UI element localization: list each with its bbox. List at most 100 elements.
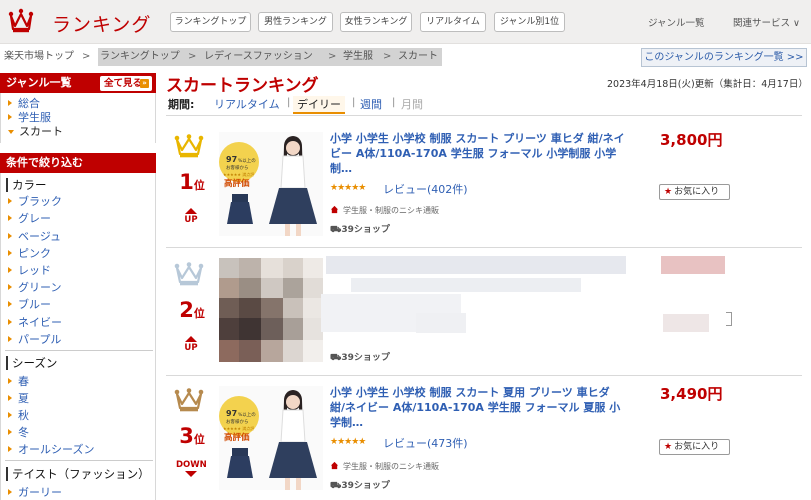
product-image[interactable]: 97 %以上の お客様から ★★★★★ 満点評 高評価 [219,132,323,236]
color-purple[interactable]: パープル [8,331,61,347]
nav-men-ranking[interactable]: 男性ランキング [258,12,333,32]
truck-icon: ⛟ [330,353,342,363]
triangle-right-icon [8,100,12,106]
shipping-label: 39ショップ [341,481,390,491]
color-black[interactable]: ブラック [8,193,62,209]
color-blue[interactable]: ブルー [8,296,51,312]
blurred-block [416,313,466,333]
genre-ranking-list-link[interactable]: このジャンルのランキング一覧 >> [641,48,807,67]
breadcrumb-separator: > [188,51,197,62]
trend-up: UP [176,208,206,225]
nav-realtime[interactable]: リアルタイム [420,12,486,32]
breadcrumb-ladies-fashion[interactable]: レディースファッション [204,48,313,66]
filter-label: ガーリー [18,486,62,499]
season-all[interactable]: オールシーズン [8,441,94,457]
ranking-item-1: 1位 UP 97 %以上の お客様から ★★★★★ 満点評 高評価 小学 小学生… [166,122,802,246]
related-services-menu[interactable]: 関連サービス ∨ [733,15,800,29]
shop-category[interactable]: 学生服・制服のニシキ通販 [330,205,439,216]
badge-text: %以上の [238,411,256,418]
section-taste-title: テイスト（ファッション） [6,467,150,481]
triangle-right-icon [8,395,12,401]
genre-label: スカート [19,125,63,138]
blurred-favorite [663,314,709,332]
filter-label: ピンク [18,247,51,260]
trend-up: UP [176,336,206,353]
rank-suffix: 位 [193,179,205,192]
section-color-title: カラー [6,178,47,192]
shipping-badge: ⛟39ショップ [330,478,390,492]
favorite-button[interactable]: ★ お気に入り [659,439,730,455]
product-image-blurred[interactable] [219,258,323,362]
season-winter[interactable]: 冬 [8,424,29,440]
product-image[interactable]: 97 %以上の お客様から ★★★★★ 満点評 高評価 [219,386,323,490]
arrow-down-icon [185,471,197,477]
nav-ranking-top[interactable]: ランキングトップ [170,12,251,32]
nav-women-ranking[interactable]: 女性ランキング [340,12,412,32]
filter-label: パープル [18,333,62,346]
logo-text[interactable]: ランキング [52,10,151,37]
genre-item-skirt: スカート [8,123,63,139]
season-autumn[interactable]: 秋 [8,407,29,423]
color-red[interactable]: レッド [8,262,51,278]
triangle-right-icon [8,284,12,290]
breadcrumb-ranking-top[interactable]: ランキングトップ [100,48,180,66]
season-spring[interactable]: 春 [8,373,29,389]
color-beige[interactable]: ベージュ [8,228,61,244]
color-green[interactable]: グリーン [8,279,61,295]
rank-number: 2位 [174,298,210,322]
product-photo: 97 %以上の お客様から ★★★★★ 満点評 高評価 [219,132,323,236]
trend-label: UP [184,343,198,353]
favorite-button[interactable]: ★ お気に入り [659,184,730,200]
filter-header: 条件で絞り込む [0,153,156,173]
star-icon: ★ [664,442,673,452]
crown-logo-icon[interactable] [8,8,34,34]
silver-crown-icon [174,262,204,286]
arrow-up-icon [185,208,197,214]
see-all-button[interactable]: 全て見る » [100,76,152,91]
color-navy[interactable]: ネイビー [8,314,62,330]
nav-genre-first[interactable]: ジャンル別1位 [494,12,565,32]
shipping-badge: ⛟39ショップ [330,222,390,236]
rank-suffix: 位 [193,433,205,446]
rank-number: 1位 [174,170,210,194]
genre-list-link[interactable]: ジャンル一覧 [648,15,705,29]
product-title-link[interactable]: 小学 小学生 小学校 制服 スカート 夏用 プリーツ 車ヒダ 紺/ネイビー A体… [330,385,628,430]
triangle-right-icon [8,429,12,435]
breadcrumb-skirt: スカート [398,51,438,62]
period-tabs: 期間: リアルタイム | デイリー | 週間 | 月間 [166,92,802,116]
badge-stars: ★★★★★ 満点評 [223,425,254,431]
color-pink[interactable]: ピンク [8,245,51,261]
tab-weekly[interactable]: 週間 [360,96,382,112]
rank-suffix: 位 [193,307,205,320]
update-date: 2023年4月18日(火)更新（集計日：4月17日） [607,79,808,90]
truck-icon: ⛟ [330,225,342,235]
star-icon: ★ [664,187,673,197]
period-label: 期間: [168,98,195,111]
divider [5,350,153,351]
breadcrumb-separator: > [328,51,337,62]
triangle-right-icon [8,336,12,342]
genre-list-box: 総合 学生服 スカート [0,93,156,143]
review-link[interactable]: レビュー(402件) [383,181,468,197]
triangle-right-icon [8,378,12,384]
review-link[interactable]: レビュー(473件) [383,435,468,451]
filter-label: ネイビー [18,316,62,329]
filter-box: カラー ブラック グレー ベージュ ピンク レッド グリーン ブルー ネイビー … [0,173,156,500]
shop-category[interactable]: 学生服・制服のニシキ通販 [330,461,439,472]
product-title-link[interactable]: 小学 小学生 小学校 制服 スカート プリーツ 車ヒダ 紺/ネイビー A体/11… [330,131,628,176]
trend-label: DOWN [176,460,207,470]
divider [5,460,153,461]
breadcrumb-rakuten-top[interactable]: 楽天市場トップ [4,48,74,66]
tab-daily: デイリー [293,96,345,114]
triangle-right-icon [8,319,12,325]
filter-label: レッド [18,264,51,277]
color-gray[interactable]: グレー [8,210,51,226]
bronze-crown-icon [174,388,204,412]
taste-girly[interactable]: ガーリー [8,484,62,500]
breadcrumb-school-uniform[interactable]: 学生服 [343,48,373,66]
triangle-right-icon [8,412,12,418]
tab-realtime[interactable]: リアルタイム [214,96,280,112]
filter-label: オールシーズン [18,443,95,456]
triangle-right-icon [8,267,12,273]
season-summer[interactable]: 夏 [8,390,29,406]
